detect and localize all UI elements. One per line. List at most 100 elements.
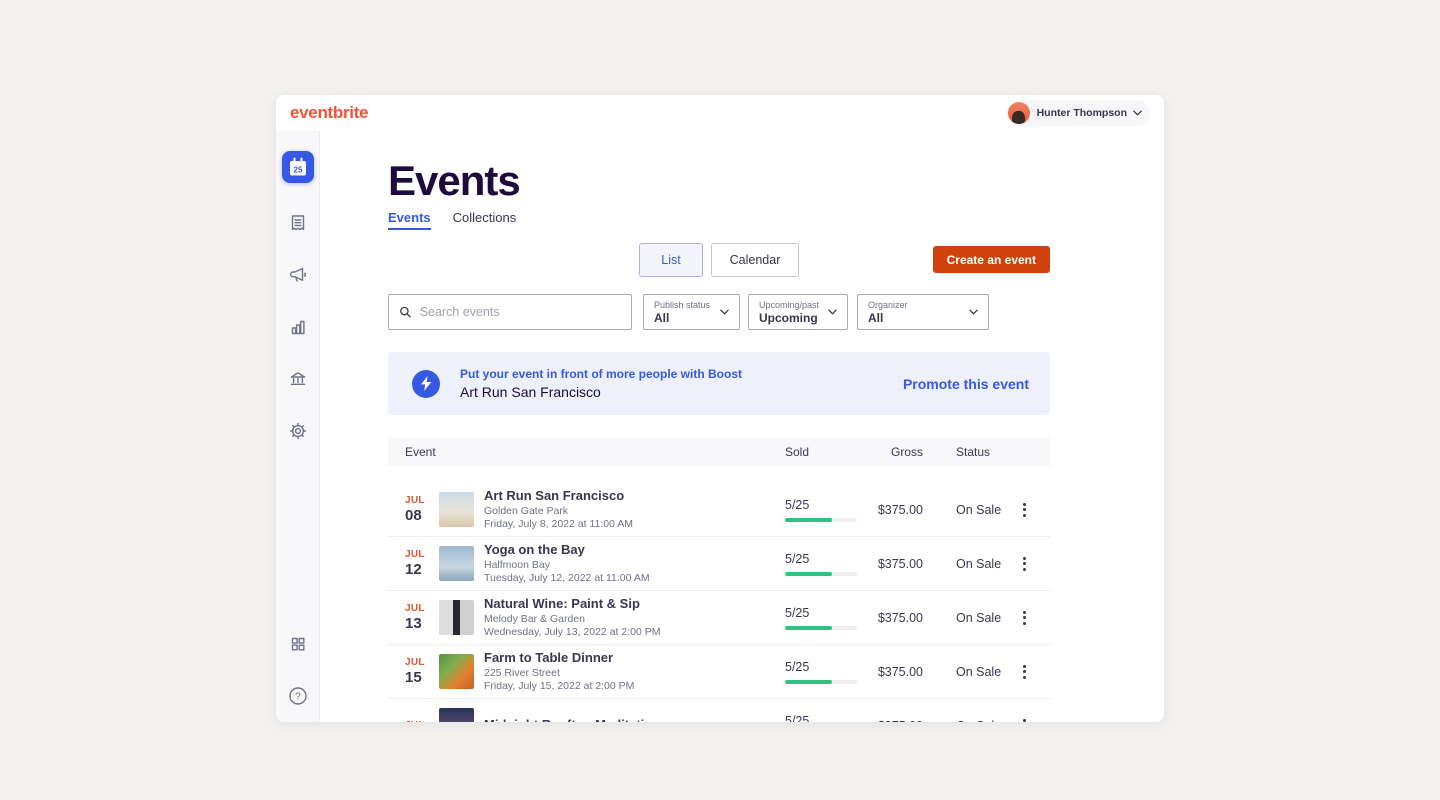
event-datetime: Wednesday, July 13, 2022 at 2:00 PM xyxy=(484,626,660,640)
event-month: JUL xyxy=(405,657,431,669)
event-date: JUL 13 xyxy=(405,603,431,633)
event-datetime: Friday, July 15, 2022 at 2:00 PM xyxy=(484,680,634,694)
sidebar-nav: 25 xyxy=(276,131,320,722)
eventbrite-logo[interactable]: eventbrite xyxy=(290,103,368,123)
gross-cell: $375.00 xyxy=(838,557,923,571)
organizer-dropdown[interactable]: Organizer All xyxy=(857,294,989,330)
row-actions-kebab-icon[interactable] xyxy=(1016,662,1032,682)
sidebar-item-settings[interactable] xyxy=(286,419,310,443)
event-month: JUL xyxy=(405,720,431,723)
event-title: Natural Wine: Paint & Sip xyxy=(484,596,660,612)
event-thumbnail xyxy=(439,708,474,722)
event-title: Yoga on the Bay xyxy=(484,542,650,558)
boost-event-name: Art Run San Francisco xyxy=(460,383,742,401)
event-row[interactable]: JUL 08 Art Run San Francisco Golden Gate… xyxy=(388,483,1050,537)
svg-text:?: ? xyxy=(295,692,301,703)
avatar xyxy=(1008,102,1030,124)
event-venue: Melody Bar & Garden xyxy=(484,613,660,627)
event-venue: Golden Gate Park xyxy=(484,505,633,519)
column-header-event: Event xyxy=(388,445,436,459)
gear-icon xyxy=(286,419,310,443)
search-box xyxy=(388,294,632,330)
event-thumbnail xyxy=(439,492,474,527)
gross-cell: $375.00 xyxy=(838,719,923,723)
tab-collections[interactable]: Collections xyxy=(453,210,517,230)
event-title: Art Run San Francisco xyxy=(484,488,633,504)
table-header: Event Sold Gross Status xyxy=(388,437,1050,466)
dropdown-value: All xyxy=(654,311,720,325)
upcoming-past-dropdown[interactable]: Upcoming/past Upcoming xyxy=(748,294,848,330)
column-header-gross: Gross xyxy=(838,445,923,459)
sidebar-item-events[interactable]: 25 xyxy=(282,151,314,183)
event-row[interactable]: JUL 13 Natural Wine: Paint & Sip Melody … xyxy=(388,591,1050,645)
page-title: Events xyxy=(388,160,1050,202)
event-date: JUL xyxy=(405,720,431,723)
event-date: JUL 08 xyxy=(405,495,431,525)
event-day: 15 xyxy=(405,669,431,687)
event-row[interactable]: JUL Midnight Rooftop Meditation 5/25 $37… xyxy=(388,699,1050,722)
event-list: JUL 08 Art Run San Francisco Golden Gate… xyxy=(388,483,1050,722)
status-cell: On Sale xyxy=(956,719,1001,723)
event-date: JUL 15 xyxy=(405,657,431,687)
view-toggle-row: List Calendar Create an event xyxy=(388,243,1050,277)
chevron-down-icon xyxy=(828,309,837,315)
search-input[interactable] xyxy=(420,305,621,319)
row-actions-kebab-icon[interactable] xyxy=(1016,500,1032,520)
event-day: 13 xyxy=(405,615,431,633)
help-icon: ? xyxy=(286,684,310,708)
row-actions-kebab-icon[interactable] xyxy=(1016,608,1032,628)
event-title: Midnight Rooftop Meditation xyxy=(484,717,660,722)
event-datetime: Friday, July 8, 2022 at 11:00 AM xyxy=(484,518,633,532)
boost-bolt-icon xyxy=(412,370,440,398)
filter-row: Publish status All Upcoming/past Upcomin… xyxy=(388,294,1050,330)
row-actions-kebab-icon[interactable] xyxy=(1016,554,1032,574)
event-row[interactable]: JUL 12 Yoga on the Bay Halfmoon Bay Tues… xyxy=(388,537,1050,591)
orders-icon xyxy=(286,211,310,235)
sold-progress-bar xyxy=(785,626,857,630)
promote-event-link[interactable]: Promote this event xyxy=(903,376,1029,392)
sidebar-item-marketing[interactable] xyxy=(286,263,310,287)
event-row[interactable]: JUL 15 Farm to Table Dinner 225 River St… xyxy=(388,645,1050,699)
sidebar-item-orders[interactable] xyxy=(286,211,310,235)
svg-text:25: 25 xyxy=(293,166,302,175)
chevron-down-icon xyxy=(969,309,978,315)
status-cell: On Sale xyxy=(956,611,1001,625)
publish-status-dropdown[interactable]: Publish status All xyxy=(643,294,740,330)
boost-headline: Put your event in front of more people w… xyxy=(460,366,742,382)
sold-progress-bar xyxy=(785,518,857,522)
create-event-button[interactable]: Create an event xyxy=(933,246,1050,273)
event-title: Farm to Table Dinner xyxy=(484,650,634,666)
sidebar-item-help[interactable]: ? xyxy=(286,684,310,708)
user-menu[interactable]: Hunter Thompson xyxy=(1006,100,1150,126)
apps-grid-icon xyxy=(286,632,310,656)
event-date: JUL 12 xyxy=(405,549,431,579)
sidebar-item-reports[interactable] xyxy=(286,315,310,339)
gross-cell: $375.00 xyxy=(838,503,923,517)
row-actions-kebab-icon[interactable] xyxy=(1016,716,1032,723)
sidebar-item-finance[interactable] xyxy=(286,367,310,391)
status-cell: On Sale xyxy=(956,557,1001,571)
event-venue: Halfmoon Bay xyxy=(484,559,650,573)
status-cell: On Sale xyxy=(956,503,1001,517)
dropdown-value: All xyxy=(868,311,969,325)
event-month: JUL xyxy=(405,495,431,507)
sold-progress-bar xyxy=(785,572,857,576)
view-calendar-button[interactable]: Calendar xyxy=(711,243,799,277)
column-header-sold: Sold xyxy=(785,445,809,459)
sidebar-item-apps[interactable] xyxy=(286,632,310,656)
gross-cell: $375.00 xyxy=(838,665,923,679)
calendar-icon: 25 xyxy=(282,151,314,183)
event-thumbnail xyxy=(439,546,474,581)
dropdown-value: Upcoming xyxy=(759,311,828,325)
event-month: JUL xyxy=(405,549,431,561)
view-list-button[interactable]: List xyxy=(639,243,703,277)
dropdown-label: Organizer xyxy=(868,300,969,311)
tab-events[interactable]: Events xyxy=(388,210,431,230)
sold-progress-bar xyxy=(785,680,857,684)
megaphone-icon xyxy=(286,263,310,287)
chevron-down-icon xyxy=(1133,110,1142,116)
search-icon xyxy=(399,305,412,319)
bar-chart-icon xyxy=(286,315,310,339)
status-cell: On Sale xyxy=(956,665,1001,679)
event-thumbnail xyxy=(439,654,474,689)
